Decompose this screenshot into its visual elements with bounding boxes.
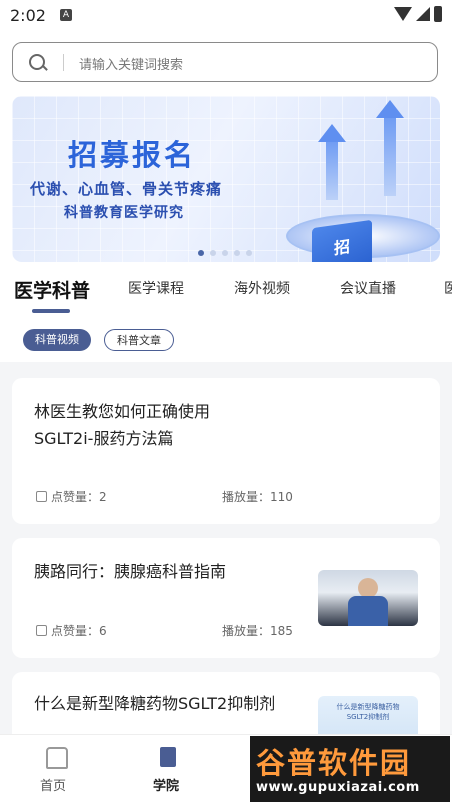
tab-medical-science[interactable]: 医学科普 — [14, 276, 90, 303]
home-icon[interactable] — [46, 747, 68, 769]
banner-pagination — [198, 250, 252, 256]
banner-title: 招募报名 — [68, 138, 197, 172]
status-icons — [394, 6, 442, 22]
tab-medical-course[interactable]: 医学课程 — [128, 278, 184, 298]
tab-more[interactable]: 医 — [444, 278, 452, 298]
nav-home[interactable]: 首页 — [40, 775, 66, 794]
thumbnail-person-head — [358, 578, 378, 598]
pagination-dot-active — [198, 250, 204, 256]
thumbnail-caption: SGLT2抑制剂 — [346, 713, 390, 721]
banner-arrow-icon-2 — [376, 100, 404, 118]
card-likes-text: 点赞量：2 — [51, 490, 107, 504]
thumbnail-person-body — [348, 596, 388, 626]
banner-arrow-shaft-2 — [384, 116, 396, 196]
watermark: 谷普软件园 www.gupuxiazai.com — [250, 736, 450, 802]
search-icon — [29, 54, 45, 70]
chip-science-article[interactable]: 科普文章 — [104, 329, 174, 351]
pagination-dot — [246, 250, 252, 256]
search-divider — [63, 54, 64, 71]
watermark-url: www.gupuxiazai.com — [256, 780, 420, 795]
banner-subtitle-2: 科普教育医学研究 — [64, 205, 184, 221]
pagination-dot — [222, 250, 228, 256]
battery-icon — [434, 6, 442, 22]
card-likes: 点赞量：2 — [36, 488, 107, 505]
active-tab-indicator — [32, 309, 70, 313]
thumbs-up-icon — [36, 625, 47, 636]
cell-signal-icon — [416, 7, 430, 21]
banner-arrow-shaft — [326, 140, 338, 200]
search-input[interactable]: 请输入关键词搜索 — [79, 54, 183, 73]
status-time: 2:02 — [10, 6, 46, 25]
card-plays: 播放量：185 — [222, 624, 293, 638]
tab-overseas-video[interactable]: 海外视频 — [234, 278, 290, 298]
banner-arrow-icon — [318, 124, 346, 142]
academy-icon[interactable] — [160, 747, 176, 767]
watermark-brand: 谷普软件园 — [256, 746, 412, 780]
wifi-icon — [394, 7, 412, 21]
thumbs-up-icon — [36, 491, 47, 502]
chip-science-video[interactable]: 科普视频 — [23, 329, 91, 351]
recruitment-banner[interactable]: 招募报名 代谢、心血管、骨关节疼痛 科普教育医学研究 招 募 — [12, 96, 440, 262]
list-item[interactable]: 林医生教您如何正确使用 SGLT2i-服药方法篇 点赞量：2 播放量：110 — [12, 378, 440, 524]
nav-academy[interactable]: 学院 — [153, 775, 179, 794]
tab-meeting-live[interactable]: 会议直播 — [340, 278, 396, 298]
card-title: 什么是新型降糖药物SGLT2抑制剂 — [34, 694, 276, 713]
list-item[interactable]: 胰路同行：胰腺癌科普指南 点赞量：6 播放量：185 — [12, 538, 440, 658]
card-title: 胰路同行：胰腺癌科普指南 — [34, 562, 227, 581]
pagination-dot — [210, 250, 216, 256]
thumbnail-caption: 什么是新型降糖药物 — [336, 703, 400, 711]
card-title-line: 林医生教您如何正确使用 — [34, 402, 211, 421]
search-bar[interactable]: 请输入关键词搜索 — [12, 42, 438, 82]
card-likes: 点赞量：6 — [36, 622, 107, 639]
notification-icon: A — [60, 9, 72, 21]
card-title: 林医生教您如何正确使用 SGLT2i-服药方法篇 — [34, 398, 210, 452]
card-likes-text: 点赞量：6 — [51, 624, 107, 638]
banner-badge: 招 募 — [312, 219, 372, 262]
status-bar: 2:02 A — [0, 0, 452, 32]
pagination-dot — [234, 250, 240, 256]
card-title-line: SGLT2i-服药方法篇 — [34, 429, 174, 448]
card-plays: 播放量：110 — [222, 490, 293, 504]
banner-subtitle-1: 代谢、心血管、骨关节疼痛 — [30, 180, 223, 198]
video-thumbnail[interactable] — [318, 570, 418, 626]
